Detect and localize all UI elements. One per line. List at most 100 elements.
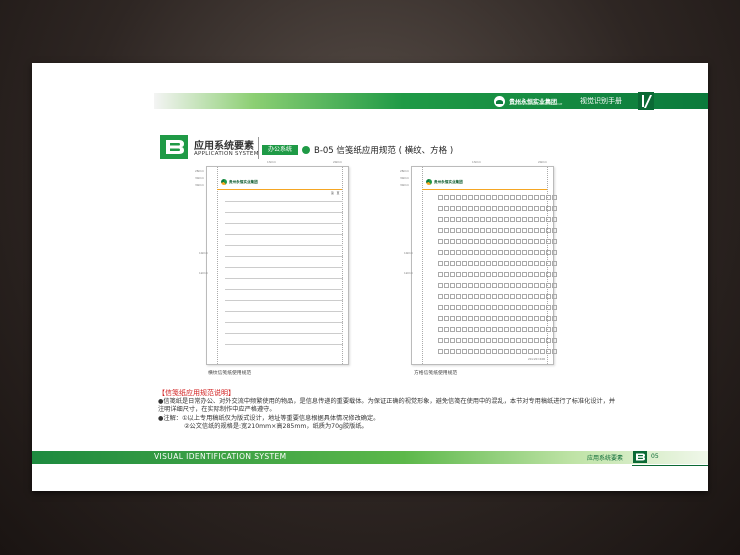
grid-cell bbox=[450, 327, 455, 332]
grid-cell bbox=[552, 228, 557, 233]
grid-cell bbox=[444, 228, 449, 233]
grid-cell bbox=[486, 239, 491, 244]
grid-cell bbox=[534, 338, 539, 343]
grid-cell bbox=[516, 261, 521, 266]
grid-cell bbox=[480, 349, 485, 354]
grid-cell bbox=[450, 250, 455, 255]
grid-row bbox=[438, 195, 557, 200]
grid-cell bbox=[546, 283, 551, 288]
category-badge: 办公系统 bbox=[262, 145, 298, 155]
grid-cell bbox=[504, 327, 509, 332]
grid-cell bbox=[468, 327, 473, 332]
grid-cell bbox=[444, 250, 449, 255]
page-number-mark: 第 页 bbox=[331, 191, 340, 195]
grid-cell bbox=[480, 272, 485, 277]
grid-cell bbox=[462, 349, 467, 354]
grid-cell bbox=[480, 228, 485, 233]
grid-cell bbox=[540, 228, 545, 233]
grid-row bbox=[438, 217, 557, 222]
grid-cell bbox=[444, 327, 449, 332]
grid-cell bbox=[462, 283, 467, 288]
grid-cell bbox=[528, 250, 533, 255]
ruled-line bbox=[225, 333, 343, 334]
grid-cell bbox=[438, 261, 443, 266]
grid-cell bbox=[456, 250, 461, 255]
grid-cell bbox=[534, 250, 539, 255]
bullet-dot-icon bbox=[302, 146, 310, 154]
grid-cell bbox=[468, 272, 473, 277]
grid-cell bbox=[534, 349, 539, 354]
grid-cell bbox=[474, 283, 479, 288]
grid-cell bbox=[468, 349, 473, 354]
grid-cell bbox=[498, 283, 503, 288]
grid-cell bbox=[438, 272, 443, 277]
grid-cell bbox=[546, 250, 551, 255]
grid-cell bbox=[492, 338, 497, 343]
grid-cell bbox=[522, 327, 527, 332]
grid-cell bbox=[522, 294, 527, 299]
grid-cell bbox=[474, 217, 479, 222]
grid-cell bbox=[540, 327, 545, 332]
grid-cell bbox=[546, 338, 551, 343]
dim-label: 10mm bbox=[199, 251, 209, 255]
grid-cell bbox=[486, 261, 491, 266]
grid-cell bbox=[528, 195, 533, 200]
grid-cell bbox=[552, 195, 557, 200]
grid-cell bbox=[552, 327, 557, 332]
grid-cell bbox=[510, 327, 515, 332]
grid-cell bbox=[504, 239, 509, 244]
sheet-logo: 贵州永恒实业集团 bbox=[426, 179, 463, 185]
grid-cell bbox=[480, 305, 485, 310]
dim-label: 12mm bbox=[199, 271, 209, 275]
grid-cell bbox=[474, 261, 479, 266]
grid-cell bbox=[462, 294, 467, 299]
grid-cell bbox=[546, 272, 551, 277]
grid-cell bbox=[438, 327, 443, 332]
grid-cell bbox=[498, 228, 503, 233]
grid-cell bbox=[480, 239, 485, 244]
grid-cell bbox=[516, 195, 521, 200]
grid-cell bbox=[510, 195, 515, 200]
grid-cell bbox=[492, 261, 497, 266]
grid-cell bbox=[462, 250, 467, 255]
grid-cell bbox=[540, 283, 545, 288]
dim-label: 28mm bbox=[195, 169, 205, 173]
grid-cell bbox=[522, 349, 527, 354]
grid-cell bbox=[522, 250, 527, 255]
grid-cell bbox=[480, 316, 485, 321]
grid-cell bbox=[534, 239, 539, 244]
grid-cell bbox=[492, 195, 497, 200]
grid-cell bbox=[480, 206, 485, 211]
grid-cell bbox=[498, 294, 503, 299]
grid-cell bbox=[468, 217, 473, 222]
ruled-line bbox=[225, 267, 343, 268]
dim-label: 20mm bbox=[538, 160, 548, 164]
grid-count: 20×20=400 bbox=[528, 357, 546, 361]
notes-heading: 【信笺纸应用规范说明】 bbox=[158, 389, 235, 397]
grid-cell bbox=[486, 250, 491, 255]
grid-cell bbox=[528, 338, 533, 343]
grid-cell bbox=[516, 294, 521, 299]
ruled-line bbox=[225, 245, 343, 246]
grid-cell bbox=[540, 316, 545, 321]
grid-cell bbox=[444, 338, 449, 343]
grid-cell bbox=[504, 338, 509, 343]
grid-cell bbox=[540, 294, 545, 299]
grid-cell bbox=[468, 283, 473, 288]
grid-cell bbox=[492, 283, 497, 288]
grid-cell bbox=[450, 349, 455, 354]
grid-cell bbox=[546, 349, 551, 354]
grid-cell bbox=[498, 349, 503, 354]
grid-cell bbox=[522, 261, 527, 266]
grid-cell bbox=[498, 338, 503, 343]
grid-cell bbox=[534, 217, 539, 222]
grid-cell bbox=[444, 261, 449, 266]
margin-guide bbox=[217, 167, 218, 364]
grid-cell bbox=[552, 305, 557, 310]
grid-cell bbox=[534, 228, 539, 233]
ruled-line bbox=[225, 289, 343, 290]
grid-cell bbox=[492, 272, 497, 277]
grid-cell bbox=[504, 272, 509, 277]
ruled-line bbox=[225, 300, 343, 301]
dim-label: 30mm bbox=[400, 176, 410, 180]
